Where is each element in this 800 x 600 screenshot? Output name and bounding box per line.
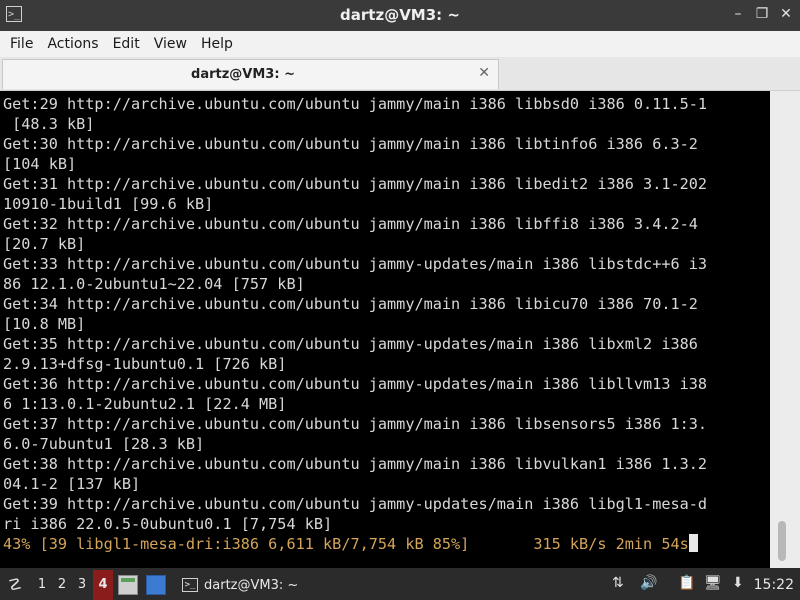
terminal-line: [20.7 kB] (3, 235, 86, 253)
minimize-button[interactable]: – (730, 5, 746, 23)
menu-actions[interactable]: Actions (41, 36, 106, 52)
tab-terminal[interactable]: dartz@VM3: ~ ✕ (2, 59, 499, 89)
workspace-4[interactable]: 4 (93, 570, 113, 600)
start-menu-icon[interactable]: ☡ (4, 574, 26, 596)
clock: 15:22 (753, 577, 794, 593)
terminal-line: 10910-1build1 [99.6 kB] (3, 195, 214, 213)
window-title: dartz@VM3: ~ (340, 6, 460, 24)
text-cursor (688, 534, 698, 552)
terminal-line: Get:39 http://archive.ubuntu.com/ubuntu … (3, 495, 708, 513)
show-desktop-icon[interactable] (146, 575, 166, 595)
terminal-line: Get:37 http://archive.ubuntu.com/ubuntu … (3, 415, 708, 433)
terminal-line: 2.9.13+dfsg-1ubuntu0.1 [726 kB] (3, 355, 287, 373)
volume-icon[interactable]: 🔊 (640, 575, 657, 591)
terminal-line: 6 1:13.0.1-2ubuntu2.1 [22.4 MB] (3, 395, 287, 413)
close-button[interactable]: ✕ (778, 5, 794, 23)
terminal-line: [48.3 kB] (3, 115, 95, 133)
workspace-1[interactable]: 1 (32, 570, 52, 600)
network-icon[interactable]: ⇅ (612, 575, 624, 591)
maximize-button[interactable]: ❐ (754, 5, 770, 23)
file-manager-icon[interactable] (118, 575, 138, 595)
task-label: dartz@VM3: ~ (204, 577, 299, 593)
terminal-line: 6.0-7ubuntu1 [28.3 kB] (3, 435, 205, 453)
terminal-output[interactable]: Get:29 http://archive.ubuntu.com/ubuntu … (0, 91, 770, 568)
menu-view[interactable]: View (148, 36, 195, 52)
terminal-line: Get:33 http://archive.ubuntu.com/ubuntu … (3, 255, 708, 273)
terminal-icon: >_ (182, 578, 198, 592)
display-icon[interactable]: 🖥 (704, 575, 722, 591)
terminal-line: Get:36 http://archive.ubuntu.com/ubuntu … (3, 375, 708, 393)
terminal-line: Get:35 http://archive.ubuntu.com/ubuntu … (3, 335, 698, 353)
terminal-line: Get:31 http://archive.ubuntu.com/ubuntu … (3, 175, 708, 193)
progress-text: 43% [39 libgl1-mesa-dri:i386 6,611 kB/7,… (3, 535, 689, 553)
tab-label: dartz@VM3: ~ (191, 67, 295, 82)
terminal-line: Get:34 http://archive.ubuntu.com/ubuntu … (3, 295, 698, 313)
terminal-line: [10.8 MB] (3, 315, 86, 333)
terminal-line: Get:38 http://archive.ubuntu.com/ubuntu … (3, 455, 708, 473)
taskbar: ☡ 1 2 3 4 >_ dartz@VM3: ~ ⇅ 🔊 📋 🖥 ⬇ 15:2… (0, 570, 800, 600)
scrollbar-thumb[interactable] (778, 521, 786, 561)
tab-close-icon[interactable]: ✕ (478, 65, 490, 81)
terminal-line: 04.1-2 [137 kB] (3, 475, 141, 493)
terminal-line: Get:30 http://archive.ubuntu.com/ubuntu … (3, 135, 698, 153)
menu-edit[interactable]: Edit (107, 36, 148, 52)
terminal-line: [104 kB] (3, 155, 77, 173)
window-titlebar[interactable]: >_ dartz@VM3: ~ – ❐ ✕ (0, 0, 800, 31)
tab-bar: dartz@VM3: ~ ✕ (0, 57, 800, 91)
update-icon[interactable]: ⬇ (732, 575, 744, 591)
terminal-line: Get:32 http://archive.ubuntu.com/ubuntu … (3, 215, 698, 233)
terminal-line: 86 12.1.0-2ubuntu1~22.04 [757 kB] (3, 275, 305, 293)
terminal-line: Get:29 http://archive.ubuntu.com/ubuntu … (3, 95, 708, 113)
clipboard-icon[interactable]: 📋 (678, 575, 695, 591)
menu-bar: File Actions Edit View Help (0, 31, 800, 57)
workspace-3[interactable]: 3 (72, 570, 92, 600)
terminal-line: ri i386 22.0.5-0ubuntu0.1 [7,754 kB] (3, 515, 333, 533)
progress-line: 43% [39 libgl1-mesa-dri:i386 6,611 kB/7,… (3, 534, 770, 554)
menu-file[interactable]: File (4, 36, 41, 52)
terminal-scrollbar[interactable] (770, 91, 800, 568)
workspace-2[interactable]: 2 (52, 570, 72, 600)
menu-help[interactable]: Help (195, 36, 241, 52)
task-terminal[interactable]: >_ dartz@VM3: ~ (176, 573, 304, 597)
